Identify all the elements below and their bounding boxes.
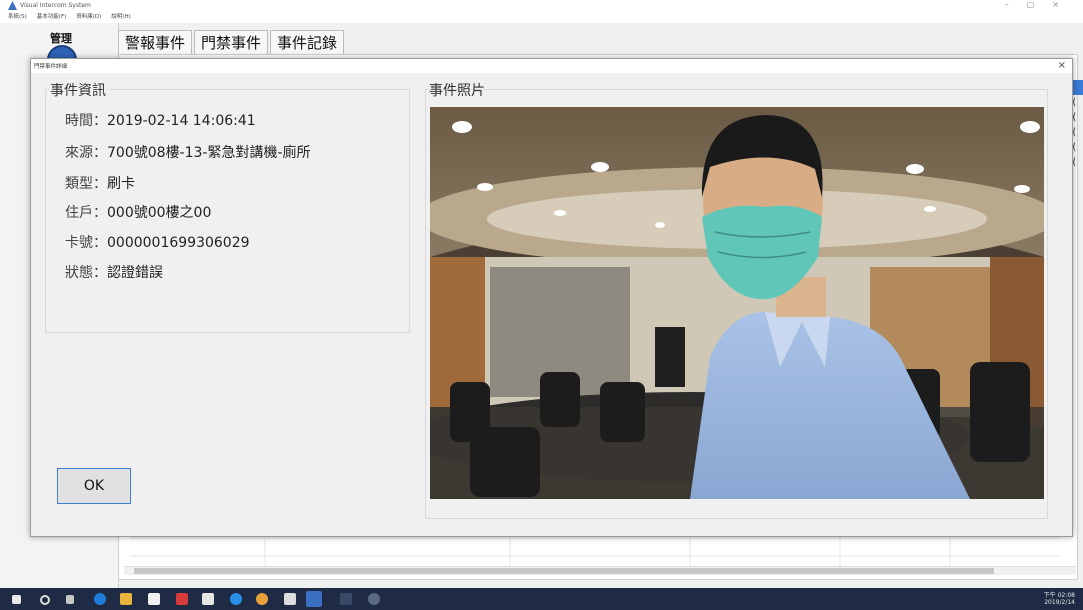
info-resident: 住戶：000號00樓之00 bbox=[65, 205, 212, 221]
intercom-app-taskbar-icon[interactable] bbox=[306, 591, 322, 607]
tab-alarm-events[interactable]: 警報事件 bbox=[118, 30, 193, 55]
info-status: 狀態：認證錯誤 bbox=[65, 265, 163, 281]
close-window-button[interactable]: × bbox=[1052, 0, 1077, 9]
info-card-number: 卡號：0000001699306029 bbox=[65, 235, 250, 251]
blank-app-icon[interactable] bbox=[340, 593, 352, 605]
clock-time[interactable]: 下午 02:08 bbox=[1044, 590, 1075, 599]
maximize-button[interactable]: ▢ bbox=[1027, 0, 1053, 9]
app-titlebar: Visual Intercom System –▢× bbox=[0, 0, 1083, 12]
ok-button[interactable]: OK bbox=[57, 468, 131, 504]
dialog-titlebar: 門禁事件詳細 × bbox=[31, 59, 1072, 73]
clock-date[interactable]: 2019/2/14 bbox=[1044, 599, 1075, 606]
window-controls: –▢× bbox=[1005, 0, 1077, 9]
menu-basic-functions[interactable]: 基本功能(F) bbox=[37, 14, 66, 20]
info-source: 來源：700號08樓-13-緊急對講機-廁所 bbox=[65, 145, 311, 161]
app-red-icon[interactable] bbox=[176, 593, 188, 605]
tab-event-log[interactable]: 事件記錄 bbox=[270, 30, 345, 55]
window-app-icon[interactable] bbox=[284, 593, 296, 605]
taskbar: 下午 02:08 2019/2/14 bbox=[0, 588, 1083, 610]
ie-browser-icon[interactable] bbox=[230, 593, 242, 605]
mail-icon[interactable] bbox=[202, 593, 214, 605]
task-view-icon[interactable] bbox=[66, 595, 74, 604]
menu-bar: 系統(S) 基本功能(F) 資料庫(D) 說明(H) bbox=[0, 12, 1083, 23]
tab-access-events[interactable]: 門禁事件 bbox=[194, 30, 269, 55]
menu-help[interactable]: 說明(H) bbox=[111, 14, 130, 20]
start-windows-icon[interactable] bbox=[12, 595, 21, 604]
event-info-group-title: 事件資訊 bbox=[50, 80, 110, 100]
store-icon[interactable] bbox=[148, 593, 160, 605]
dialog-title: 門禁事件詳細 bbox=[34, 64, 68, 70]
edge-browser-icon[interactable] bbox=[94, 593, 106, 605]
dialog-close-button[interactable]: × bbox=[1058, 60, 1066, 71]
chrome-browser-icon[interactable] bbox=[256, 593, 268, 605]
system-tray: 下午 02:08 2019/2/14 bbox=[1044, 590, 1075, 606]
search-icon[interactable] bbox=[40, 595, 50, 605]
minimize-button[interactable]: – bbox=[1005, 0, 1027, 9]
menu-database[interactable]: 資料庫(D) bbox=[76, 14, 101, 20]
file-explorer-icon[interactable] bbox=[120, 593, 132, 605]
info-type: 類型：刷卡 bbox=[65, 176, 135, 192]
menu-system[interactable]: 系統(S) bbox=[8, 14, 27, 20]
event-photo-group-title: 事件照片 bbox=[429, 83, 485, 99]
info-time: 時間：2019-02-14 14:06:41 bbox=[65, 113, 256, 129]
tool-app-icon[interactable] bbox=[368, 593, 380, 605]
management-tab[interactable]: 管理 bbox=[36, 30, 86, 46]
scrollbar-thumb[interactable] bbox=[134, 568, 994, 574]
app-logo-icon bbox=[8, 1, 17, 10]
app-title: Visual Intercom System bbox=[20, 2, 91, 9]
access-event-detail-dialog: 門禁事件詳細 × 事件資訊 時間：2019-02-14 14:06:41 來源：… bbox=[30, 58, 1073, 537]
event-photo bbox=[430, 107, 1044, 499]
event-tabs: 警報事件 門禁事件 事件記錄 bbox=[118, 30, 346, 55]
horizontal-scrollbar[interactable] bbox=[124, 566, 1076, 575]
